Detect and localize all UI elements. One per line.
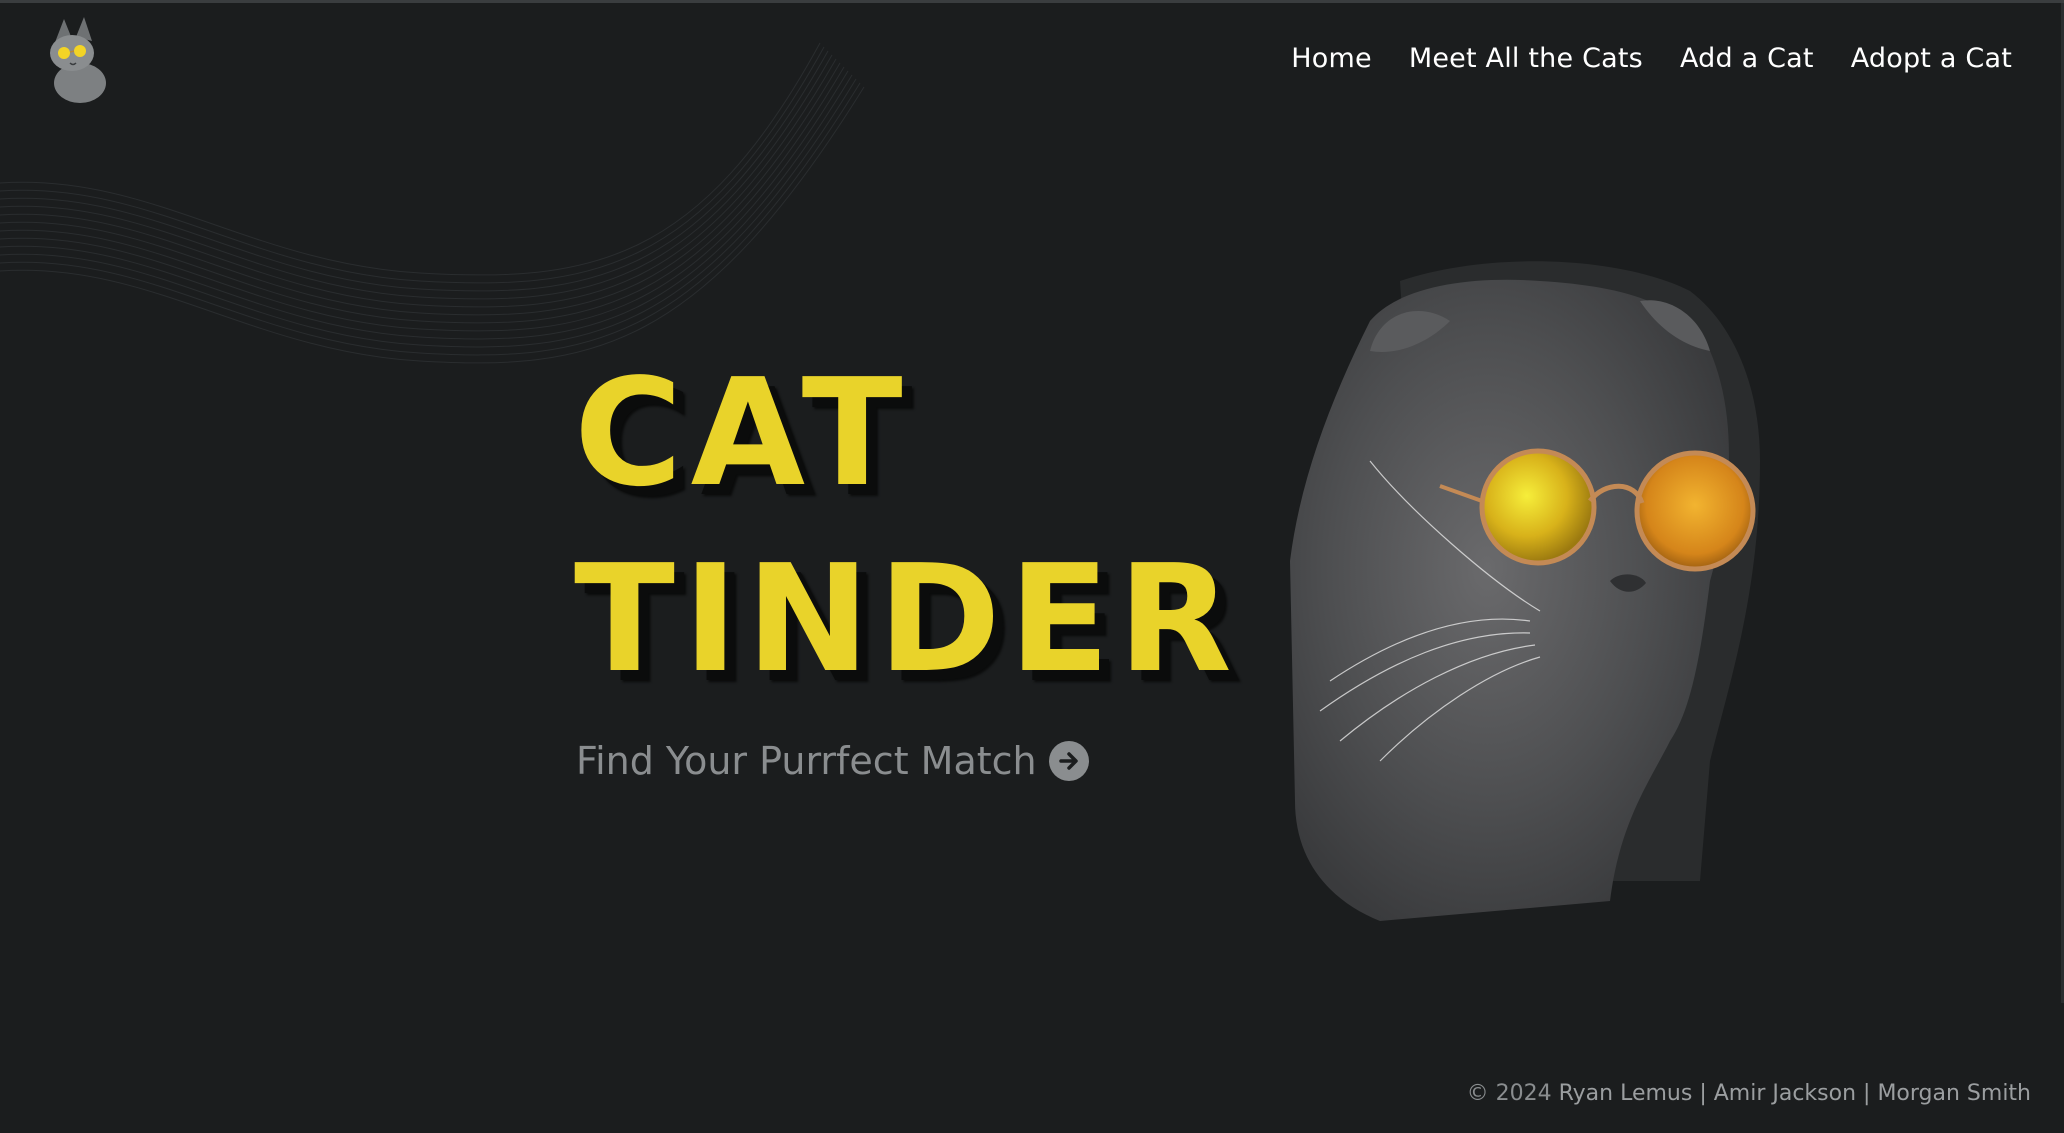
find-match-label: Find Your Purrfect Match: [576, 739, 1037, 783]
main-navigation: Home Meet All the Cats Add a Cat Adopt a…: [1291, 43, 2012, 74]
cat-with-sunglasses-logo-icon: [50, 17, 106, 103]
copyright-text: © 2024: [1466, 1081, 1552, 1106]
hero-title-line-2: TINDER: [574, 533, 1240, 705]
site-logo[interactable]: [36, 15, 116, 105]
nav-add-a-cat[interactable]: Add a Cat: [1680, 43, 1814, 74]
nav-meet-all-the-cats[interactable]: Meet All the Cats: [1409, 43, 1643, 74]
hero-title-line-1: CAT: [574, 347, 911, 519]
cat-with-sunglasses-photo: [1290, 261, 1760, 921]
nav-adopt-a-cat[interactable]: Adopt a Cat: [1851, 43, 2012, 74]
arrow-right-circle-icon: [1048, 741, 1089, 781]
site-footer: © 2024 Ryan Lemus | Amir Jackson | Morga…: [1467, 1081, 2031, 1106]
authors-text: Ryan Lemus | Amir Jackson | Morgan Smith: [1558, 1081, 2031, 1106]
hero-title: CAT TINDER: [574, 340, 1240, 712]
nav-home[interactable]: Home: [1291, 43, 1372, 74]
find-match-link[interactable]: Find Your Purrfect Match: [576, 739, 1089, 783]
